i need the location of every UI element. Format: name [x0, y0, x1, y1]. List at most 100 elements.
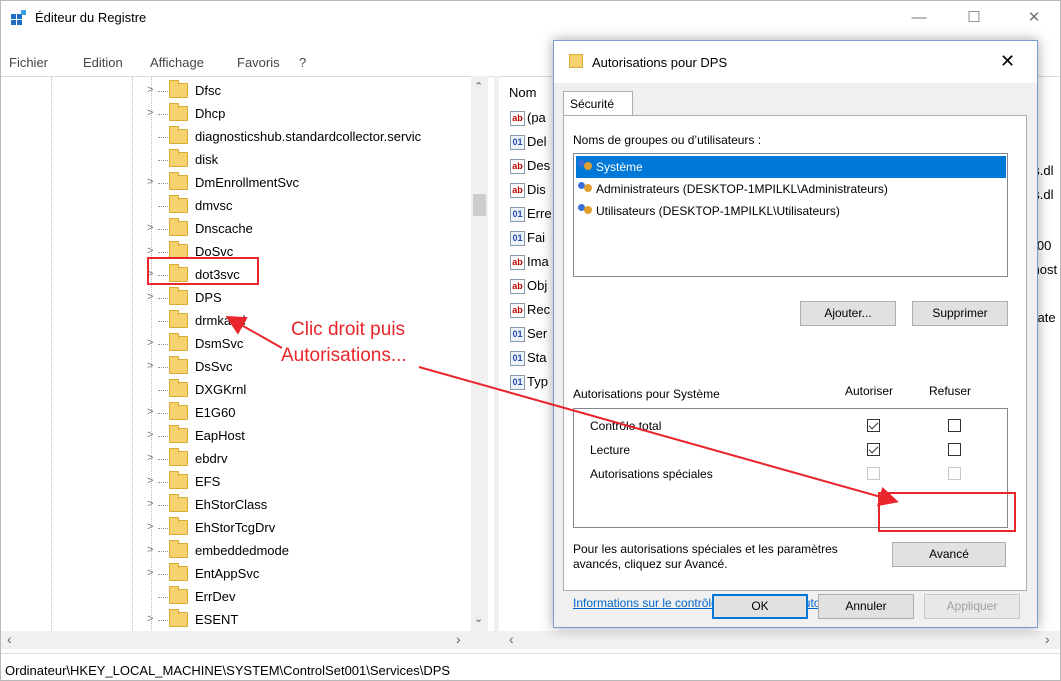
values-horizontal-scrollbar[interactable]: ‹ ›: [499, 631, 1060, 649]
expand-icon[interactable]: >: [147, 452, 153, 464]
expand-icon[interactable]: >: [147, 429, 153, 441]
menu-edition[interactable]: Edition: [83, 55, 123, 70]
tree-item[interactable]: > EhStorTcgDrv: [1, 517, 471, 540]
value-row[interactable]: ab Rec: [510, 302, 550, 324]
expand-icon[interactable]: >: [147, 337, 153, 349]
scroll-up-icon[interactable]: ⌃: [474, 80, 483, 93]
expand-icon[interactable]: >: [147, 498, 153, 510]
folder-icon: [169, 517, 188, 535]
expand-icon[interactable]: >: [147, 521, 153, 533]
folder-icon: [169, 333, 188, 351]
dialog-title-bar: Autorisations pour DPS ✕: [554, 41, 1037, 83]
tree-item[interactable]: > ESENT: [1, 609, 471, 631]
permission-name: Contrôle total: [590, 419, 662, 433]
expand-icon[interactable]: >: [147, 613, 153, 625]
tree-item[interactable]: > embeddedmode: [1, 540, 471, 563]
string-value-icon: ab: [510, 183, 525, 199]
value-row[interactable]: 01 Del: [510, 134, 547, 156]
tree-horizontal-scrollbar[interactable]: ‹ ›: [1, 631, 494, 649]
advanced-button[interactable]: Avancé: [892, 542, 1006, 567]
value-row[interactable]: 01 Fai: [510, 230, 545, 252]
value-row[interactable]: ab Obj: [510, 278, 547, 300]
allow-checkbox[interactable]: [867, 443, 880, 456]
expand-icon[interactable]: >: [147, 291, 153, 303]
binary-value-icon: 01: [510, 351, 525, 367]
expand-icon[interactable]: >: [147, 360, 153, 372]
tree-vertical-scrollbar[interactable]: ⌃ ⌄: [471, 76, 488, 631]
value-row[interactable]: ab Des: [510, 158, 550, 180]
expand-icon[interactable]: >: [147, 406, 153, 418]
menu-affichage[interactable]: Affichage: [150, 55, 204, 70]
folder-icon: [169, 586, 188, 604]
add-button[interactable]: Ajouter...: [800, 301, 896, 326]
tab-securite[interactable]: Sécurité: [563, 91, 633, 116]
scroll-thumb[interactable]: [473, 194, 486, 216]
folder-icon: [169, 540, 188, 558]
tree-item[interactable]: > DmEnrollmentSvc: [1, 172, 471, 195]
list-item-systeme[interactable]: Système: [576, 156, 1006, 178]
list-item-administrateurs[interactable]: Administrateurs (DESKTOP-1MPILKL\Adminis…: [576, 178, 1006, 200]
deny-checkbox[interactable]: [948, 443, 961, 456]
folder-icon: [569, 54, 583, 68]
menu-help[interactable]: ?: [299, 55, 306, 70]
deny-checkbox[interactable]: [948, 419, 961, 432]
maximize-button[interactable]: ☐: [951, 1, 997, 34]
tree-item[interactable]: > Dhcp: [1, 103, 471, 126]
list-item-utilisateurs[interactable]: Utilisateurs (DESKTOP-1MPILKL\Utilisateu…: [576, 200, 1006, 222]
expand-icon[interactable]: >: [147, 176, 153, 188]
tree-item[interactable]: > EFS: [1, 471, 471, 494]
value-row[interactable]: 01 Typ: [510, 374, 548, 396]
tree-item[interactable]: > EhStorClass: [1, 494, 471, 517]
value-row[interactable]: 01 Sta: [510, 350, 547, 372]
expand-icon[interactable]: >: [147, 245, 153, 257]
tree-item[interactable]: ErrDev: [1, 586, 471, 609]
scroll-right-icon[interactable]: ›: [1045, 631, 1050, 647]
title-bar: Éditeur du Registre — ☐ ✕: [1, 1, 1060, 37]
tree-item[interactable]: > Dfsc: [1, 80, 471, 103]
tree-item[interactable]: DXGKrnl: [1, 379, 471, 402]
tree-item[interactable]: > ebdrv: [1, 448, 471, 471]
scroll-down-icon[interactable]: ⌄: [474, 612, 483, 625]
expand-icon[interactable]: >: [147, 222, 153, 234]
tree-item-dps[interactable]: > DPS: [1, 287, 471, 310]
dialog-close-icon[interactable]: ✕: [1000, 51, 1015, 72]
expand-icon[interactable]: >: [147, 84, 153, 96]
annotation-line2: Autorisations...: [281, 345, 407, 366]
value-row[interactable]: ab Dis: [510, 182, 546, 204]
binary-value-icon: 01: [510, 327, 525, 343]
expand-icon[interactable]: >: [147, 475, 153, 487]
status-path: Ordinateur\HKEY_LOCAL_MACHINE\SYSTEM\Con…: [5, 663, 451, 678]
users-icon: [578, 182, 594, 195]
column-header-name[interactable]: Nom: [509, 85, 536, 100]
value-row[interactable]: 01 Erre: [510, 206, 552, 228]
tree-item[interactable]: > EapHost: [1, 425, 471, 448]
value-row[interactable]: ab (pa: [510, 110, 546, 132]
menu-fichier[interactable]: Fichier: [9, 55, 48, 70]
value-row[interactable]: 01 Ser: [510, 326, 547, 348]
tree-item[interactable]: diagnosticshub.standardcollector.servic: [1, 126, 471, 149]
folder-icon: [169, 218, 188, 236]
tree-item[interactable]: > EntAppSvc: [1, 563, 471, 586]
scroll-right-icon[interactable]: ›: [456, 631, 461, 647]
scroll-left-icon[interactable]: ‹: [7, 631, 12, 647]
cancel-button[interactable]: Annuler: [818, 594, 914, 619]
value-row[interactable]: ab Ima: [510, 254, 549, 276]
users-icon: [578, 204, 594, 217]
menu-favoris[interactable]: Favoris: [237, 55, 280, 70]
allow-checkbox[interactable]: [867, 419, 880, 432]
tree-item[interactable]: > Dnscache: [1, 218, 471, 241]
tree-item[interactable]: disk: [1, 149, 471, 172]
folder-icon: [169, 126, 188, 144]
expand-icon[interactable]: >: [147, 544, 153, 556]
tree-item[interactable]: > E1G60: [1, 402, 471, 425]
folder-icon: [169, 80, 188, 98]
scroll-left-icon[interactable]: ‹: [509, 631, 514, 647]
close-button[interactable]: ✕: [1011, 1, 1057, 34]
expand-icon[interactable]: >: [147, 567, 153, 579]
ok-button[interactable]: OK: [712, 594, 808, 619]
tree-item[interactable]: dmvsc: [1, 195, 471, 218]
minimize-button[interactable]: —: [896, 1, 942, 34]
users-list[interactable]: Système Administrateurs (DESKTOP-1MPILKL…: [573, 153, 1008, 277]
expand-icon[interactable]: >: [147, 107, 153, 119]
remove-button[interactable]: Supprimer: [912, 301, 1008, 326]
